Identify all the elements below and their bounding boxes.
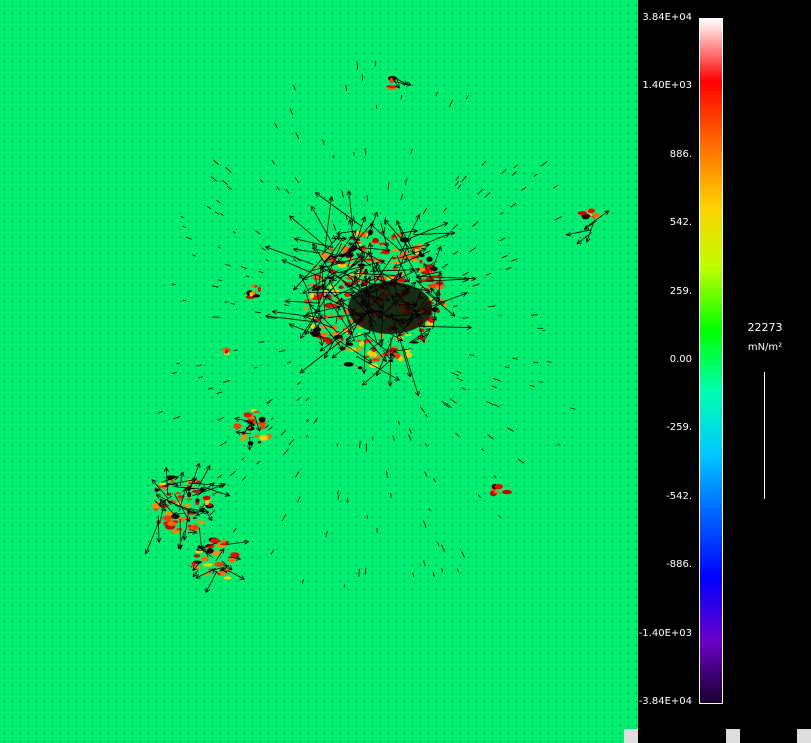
colorbar <box>699 18 723 704</box>
colorbar-tick-label: 259. <box>669 285 692 297</box>
colorbar-tick-label: 1.40E+03 <box>642 80 692 92</box>
scale-bar <box>764 372 765 499</box>
resize-handle-2[interactable] <box>726 729 740 743</box>
scale-unit: mN/m² <box>747 342 783 353</box>
scale-value: 22273 <box>747 321 783 334</box>
colorbar-tick-label: -886. <box>666 559 692 571</box>
colorbar-panel: 3.84E+04 1.40E+03 886. 542. 259. 0.00 -259. -54… <box>638 0 811 743</box>
colorbar-tick-label: -259. <box>666 422 692 434</box>
resize-handle-1[interactable] <box>624 729 638 743</box>
colorbar-tick-label: -542. <box>666 490 692 502</box>
colorbar-tick-label: 0.00 <box>669 354 692 365</box>
colorbar-tick-label: 886. <box>669 148 692 160</box>
colorbar-tick-label: 3.84E+04 <box>642 12 692 23</box>
colorbar-tick-label: 542. <box>669 217 692 229</box>
colorbar-tick-label: -3.84E+04 <box>638 696 692 707</box>
field-background <box>0 0 638 743</box>
colorbar-tick-label: -1.40E+03 <box>638 627 692 639</box>
vector-field-plot <box>0 0 638 743</box>
resize-handle-3[interactable] <box>797 729 811 743</box>
